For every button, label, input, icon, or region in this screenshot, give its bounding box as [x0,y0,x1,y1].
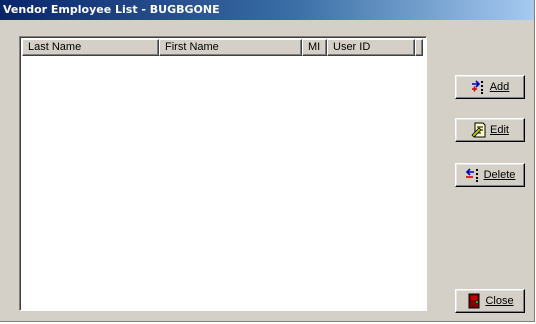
delete-arrows-icon [465,167,481,183]
add-arrows-icon [471,79,487,95]
close-button-label: Close [485,295,514,307]
edit-button[interactable]: Edit [455,118,525,142]
close-button[interactable]: Close [455,289,525,313]
edit-document-icon [471,122,487,138]
column-header-last-name[interactable]: Last Name [22,39,159,56]
vendor-employee-list-window: Vendor Employee List - BUGBGONE Last Nam… [0,0,535,322]
list-rows[interactable] [22,56,424,308]
delete-button[interactable]: Delete [455,163,525,187]
column-header-filler [415,39,423,56]
column-header-user-id[interactable]: User ID [327,39,415,56]
edit-button-label: Edit [490,124,509,136]
add-button[interactable]: Add [455,75,525,99]
delete-button-label: Delete [483,169,516,181]
door-exit-icon [466,293,482,309]
list-header: Last Name First Name MI User ID [22,39,423,56]
add-button-label: Add [489,81,510,93]
window-title: Vendor Employee List - BUGBGONE [0,0,534,20]
column-header-first-name[interactable]: First Name [159,39,302,56]
column-header-mi[interactable]: MI [302,39,327,56]
employee-list[interactable]: Last Name First Name MI User ID [19,36,427,311]
